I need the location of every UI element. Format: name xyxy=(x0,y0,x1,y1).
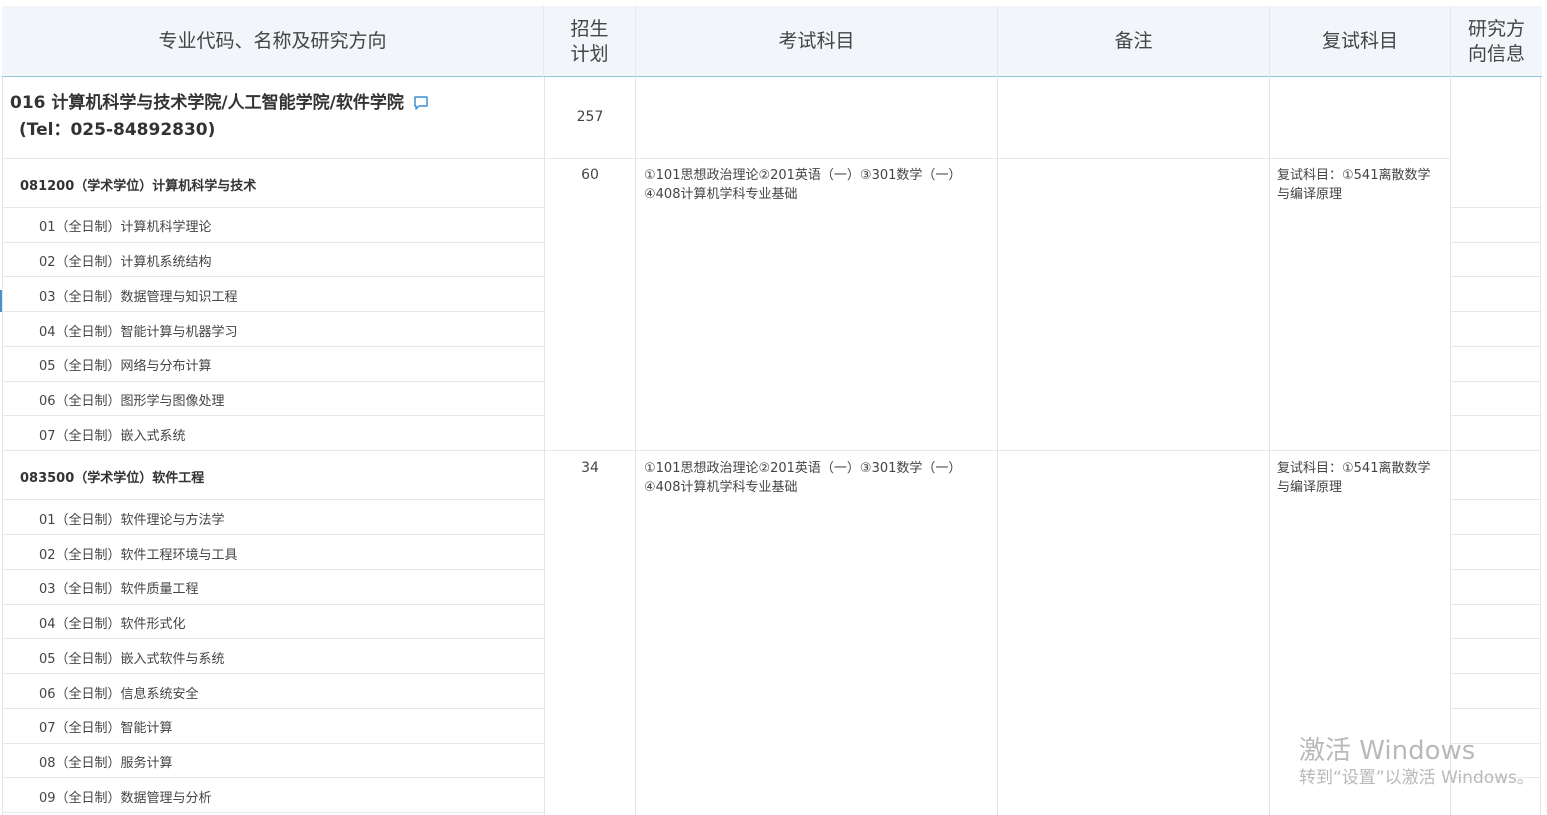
row-separator xyxy=(2,276,544,277)
grid-line xyxy=(1269,77,1270,815)
row-separator xyxy=(1450,207,1540,208)
major-title[interactable]: 081200（学术学位）计算机科学与技术 xyxy=(20,175,256,194)
row-separator xyxy=(2,450,1450,451)
grid-line xyxy=(544,77,545,815)
header-plan: 招生 计划 xyxy=(544,6,636,77)
direction-item[interactable]: 03（全日制）软件质量工程 xyxy=(39,578,199,597)
exam-subjects: ①101思想政治理论②201英语（一）③301数学（一）④408计算机学科专业基… xyxy=(644,461,962,495)
row-separator xyxy=(1450,311,1540,312)
college-title: 016 计算机科学与技术学院/人工智能学院/软件学院 (Tel：025-8489… xyxy=(10,90,404,144)
row-separator xyxy=(1450,415,1540,416)
chat-bubble-icon[interactable] xyxy=(413,95,429,111)
row-separator xyxy=(2,812,544,813)
direction-item[interactable]: 06（全日制）图形学与图像处理 xyxy=(39,390,225,409)
row-separator xyxy=(2,311,544,312)
direction-item[interactable]: 01（全日制）软件理论与方法学 xyxy=(39,509,225,528)
row-separator xyxy=(2,638,544,639)
row-separator xyxy=(2,708,544,709)
grid-line xyxy=(635,77,636,815)
scroll-marker xyxy=(0,290,2,312)
direction-item[interactable]: 06（全日制）信息系统安全 xyxy=(39,683,199,702)
watermark-subtitle: 转到“设置”以激活 Windows。 xyxy=(1299,768,1534,788)
row-separator xyxy=(2,604,544,605)
row-separator xyxy=(1450,673,1540,674)
row-separator xyxy=(1450,381,1540,382)
row-separator xyxy=(2,415,544,416)
watermark-title: 激活 Windows xyxy=(1299,736,1476,766)
exam-subjects: ①101思想政治理论②201英语（一）③301数学（一）④408计算机学科专业基… xyxy=(644,168,962,202)
row-separator xyxy=(2,381,544,382)
direction-item[interactable]: 07（全日制）嵌入式系统 xyxy=(39,425,186,444)
row-separator xyxy=(2,777,544,778)
row-separator xyxy=(1450,499,1540,500)
direction-item[interactable]: 04（全日制）智能计算与机器学习 xyxy=(39,321,238,340)
header-exam: 考试科目 xyxy=(636,6,998,77)
direction-item[interactable]: 01（全日制）计算机科学理论 xyxy=(39,216,212,235)
row-separator xyxy=(1450,569,1540,570)
row-separator xyxy=(2,207,544,208)
major-plan: 60 xyxy=(581,167,599,183)
row-separator xyxy=(1450,708,1540,709)
retest-subjects: 复试科目：①541离散数学与编译原理 xyxy=(1277,461,1431,495)
direction-item[interactable]: 05（全日制）嵌入式软件与系统 xyxy=(39,648,225,667)
college-tel: (Tel：025-84892830) xyxy=(19,120,216,140)
grid-line xyxy=(1540,77,1541,815)
row-separator xyxy=(1450,450,1540,451)
header-remarks: 备注 xyxy=(998,6,1270,77)
row-separator xyxy=(2,242,544,243)
direction-item[interactable]: 03（全日制）数据管理与知识工程 xyxy=(39,286,238,305)
windows-activation-watermark: 激活 Windows 转到“设置”以激活 Windows。 xyxy=(1299,735,1534,789)
direction-item[interactable]: 07（全日制）智能计算 xyxy=(39,717,173,736)
row-separator xyxy=(1450,276,1540,277)
row-separator xyxy=(2,158,1450,159)
grid-line xyxy=(2,77,3,815)
row-separator xyxy=(1450,242,1540,243)
direction-item[interactable]: 09（全日制）数据管理与分析 xyxy=(39,787,212,806)
college-plan: 257 xyxy=(576,109,604,125)
direction-item[interactable]: 02（全日制）计算机系统结构 xyxy=(39,251,212,270)
row-separator xyxy=(1450,604,1540,605)
direction-item[interactable]: 02（全日制）软件工程环境与工具 xyxy=(39,544,238,563)
row-separator xyxy=(2,673,544,674)
direction-item[interactable]: 05（全日制）网络与分布计算 xyxy=(39,355,212,374)
row-separator xyxy=(2,499,544,500)
header-retest: 复试科目 xyxy=(1270,6,1451,77)
direction-item[interactable]: 08（全日制）服务计算 xyxy=(39,752,173,771)
retest-subjects: 复试科目：①541离散数学与编译原理 xyxy=(1277,168,1431,202)
grid-line xyxy=(1450,77,1451,815)
table-header: 专业代码、名称及研究方向 招生 计划 考试科目 备注 复试科目 研究方 向信息 xyxy=(2,6,1542,77)
row-separator xyxy=(2,346,544,347)
header-major: 专业代码、名称及研究方向 xyxy=(2,6,544,77)
header-direction-info: 研究方 向信息 xyxy=(1467,17,1525,65)
major-plan: 34 xyxy=(581,460,599,476)
direction-item[interactable]: 04（全日制）软件形式化 xyxy=(39,613,186,632)
row-separator xyxy=(2,534,544,535)
row-separator xyxy=(1450,346,1540,347)
college-name: 016 计算机科学与技术学院/人工智能学院/软件学院 xyxy=(10,93,404,113)
grid-line xyxy=(997,77,998,815)
row-separator xyxy=(1450,534,1540,535)
row-separator xyxy=(2,743,544,744)
row-separator xyxy=(2,569,544,570)
major-title[interactable]: 083500（学术学位）软件工程 xyxy=(20,467,204,486)
row-separator xyxy=(1450,638,1540,639)
